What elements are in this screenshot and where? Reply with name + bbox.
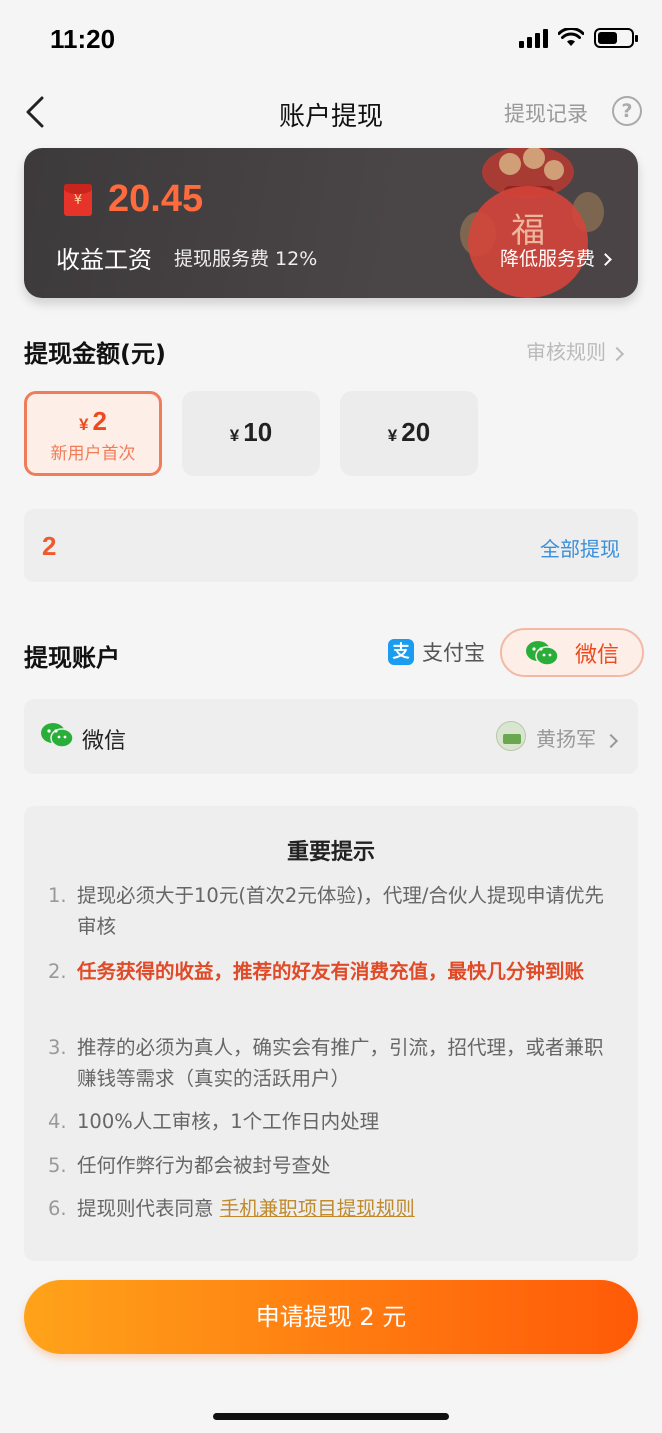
service-fee-text: 提现服务费 12% [174, 248, 318, 270]
balance-amount: 20.45 [108, 178, 204, 220]
amount-option-2[interactable]: ¥2 新用户首次 [24, 391, 162, 476]
amount-value: ¥10 [229, 417, 273, 447]
account-user-name: 黄扬军 [536, 723, 619, 752]
wechat-option[interactable]: 微信 [500, 628, 644, 677]
tips-title: 重要提示 [286, 840, 375, 865]
withdraw-amount-title: 提现金额(元) [24, 340, 166, 368]
withdraw-all-button[interactable]: 全部提现 [540, 533, 620, 562]
withdraw-records-link[interactable]: 提现记录 [504, 98, 588, 128]
nav-bar: 账户提现 提现记录 ? [0, 80, 662, 144]
tip-item: 1. 提现必须大于10元(首次2元体验)，代理/合伙人提现申请优先审核 [48, 884, 605, 938]
avatar [496, 721, 526, 751]
help-icon[interactable]: ? [612, 96, 642, 126]
balance-label: 收益工资 [56, 246, 152, 274]
wechat-label: 微信 [574, 642, 619, 668]
amount-input[interactable]: 2 全部提现 [24, 509, 638, 582]
review-rules-link[interactable]: 审核规则 [526, 336, 625, 365]
status-time: 11:20 [50, 24, 116, 54]
wifi-icon [558, 28, 584, 46]
submit-withdraw-button[interactable]: 申请提现 2 元 [24, 1280, 638, 1354]
status-icons [519, 28, 638, 48]
alipay-label: 支付宝 [422, 641, 485, 665]
battery-icon [594, 28, 638, 48]
alipay-icon: 支 [388, 639, 414, 665]
amount-value: ¥2 [79, 406, 107, 436]
wechat-icon [41, 723, 74, 748]
withdraw-account-title: 提现账户 [24, 644, 120, 672]
withdraw-rules-link[interactable]: 手机兼职项目提现规则 [220, 1197, 415, 1220]
amount-input-value[interactable]: 2 [42, 531, 56, 562]
tip-item: 3. 推荐的必须为真人，确实会有推广，引流，招代理，或者兼职赚钱等需求（真实的活跃… [48, 1036, 604, 1090]
home-indicator [213, 1413, 449, 1420]
chevron-right-icon [599, 253, 612, 266]
status-bar: 11:20 [0, 0, 662, 80]
account-type-label: 微信 [82, 729, 127, 754]
review-rules-label: 审核规则 [526, 340, 606, 364]
balance-card: ¥ 20.45 收益工资 提现服务费 12% 福 降低服务费 [24, 148, 638, 298]
signal-icon [519, 28, 548, 48]
alipay-option[interactable]: 支 支付宝 [388, 637, 485, 667]
new-user-tag: 新用户首次 [50, 444, 136, 464]
wechat-icon [525, 640, 559, 666]
chevron-right-icon [609, 346, 625, 361]
tips-box: 重要提示 1. 提现必须大于10元(首次2元体验)，代理/合伙人提现申请优先审核 … [24, 806, 638, 1261]
amount-value: ¥20 [387, 417, 431, 447]
tip-item: 6. 提现则代表同意 手机兼职项目提现规则 [48, 1197, 415, 1220]
amount-option-20[interactable]: ¥20 [340, 391, 478, 476]
account-row[interactable]: 微信 黄扬军 [24, 699, 638, 774]
chevron-right-icon [603, 733, 619, 748]
tip-item: 2. 任务获得的收益，推荐的好友有消费充值，最快几分钟到账 [48, 960, 585, 983]
red-packet-icon: ¥ [64, 184, 92, 216]
tip-item: 5. 任何作弊行为都会被封号查处 [48, 1154, 331, 1177]
tip-item: 4. 100%人工审核，1个工作日内处理 [48, 1110, 380, 1133]
money-bag-icon: 福 [460, 148, 604, 298]
reduce-fee-link[interactable]: 降低服务费 [499, 244, 612, 271]
amount-option-10[interactable]: ¥10 [182, 391, 320, 476]
reduce-fee-label: 降低服务费 [499, 248, 595, 270]
